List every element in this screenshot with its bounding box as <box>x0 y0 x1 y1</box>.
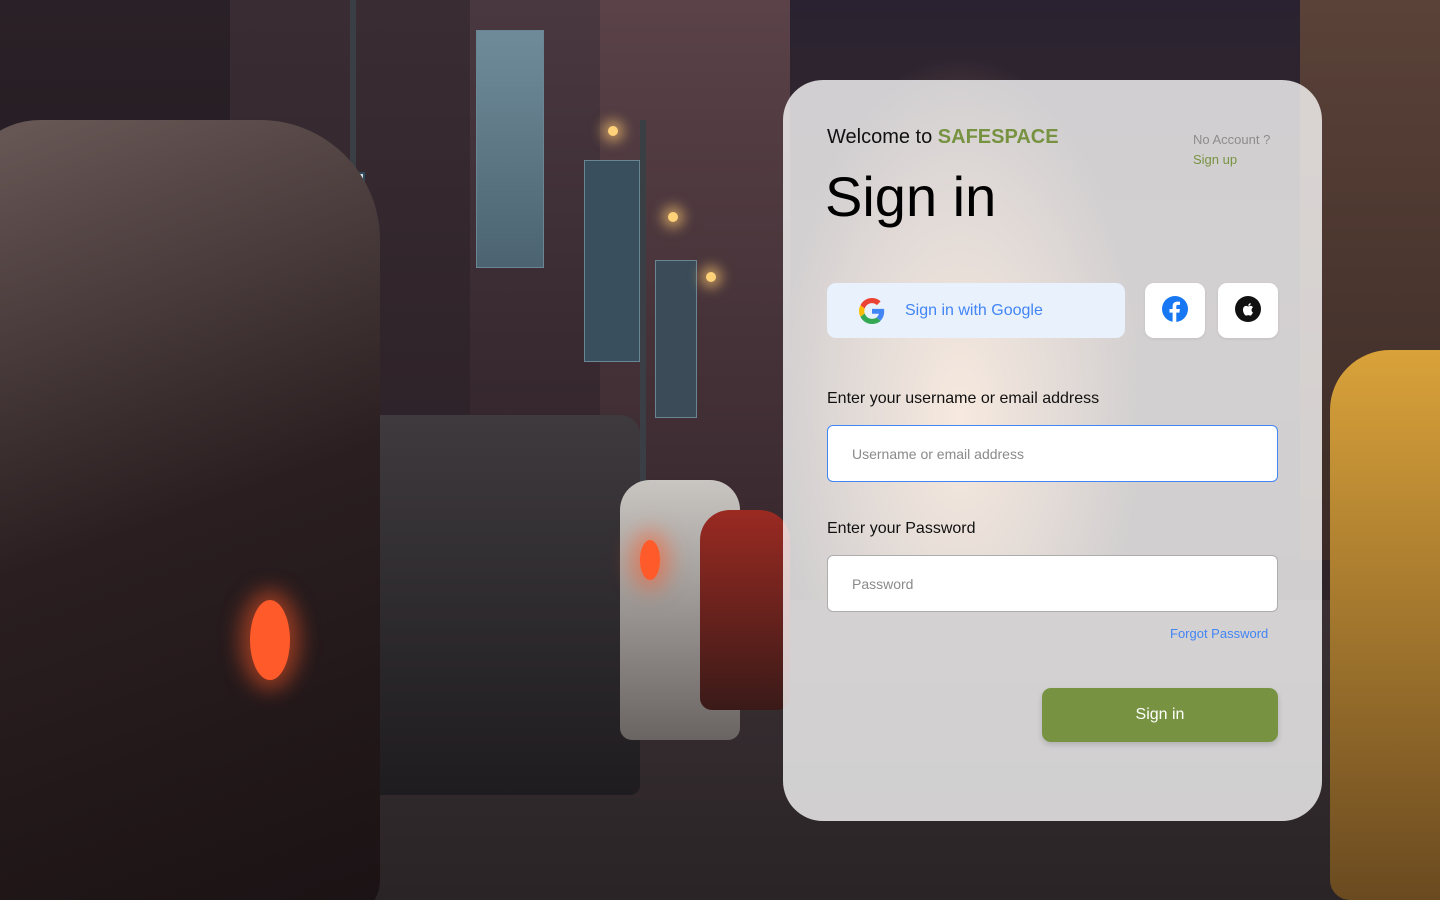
username-input[interactable] <box>827 425 1278 482</box>
password-label: Enter your Password <box>827 520 976 537</box>
welcome-heading: Welcome to SAFESPACE <box>827 126 1059 149</box>
apple-icon <box>1235 295 1261 326</box>
google-sign-in-button[interactable]: Sign in with Google <box>827 283 1125 338</box>
google-sign-in-label: Sign in with Google <box>905 301 1043 319</box>
page-title: Sign in <box>825 165 997 228</box>
apple-sign-in-button[interactable] <box>1218 283 1278 338</box>
forgot-password-link[interactable]: Forgot Password <box>1170 626 1268 641</box>
no-account-text: No Account ? <box>1193 132 1271 147</box>
sign-in-card: Welcome to SAFESPACE Sign in No Account … <box>783 80 1322 821</box>
username-label: Enter your username or email address <box>827 390 1100 407</box>
sign-in-page: Welcome to SAFESPACE Sign in No Account … <box>0 0 1440 900</box>
welcome-text: Welcome to <box>827 126 938 148</box>
google-icon <box>859 297 885 324</box>
sign-in-button[interactable]: Sign in <box>1042 688 1278 742</box>
facebook-icon <box>1162 295 1188 326</box>
brand-name: SAFESPACE <box>937 126 1059 148</box>
signup-link[interactable]: Sign up <box>1193 152 1237 167</box>
facebook-sign-in-button[interactable] <box>1145 283 1205 338</box>
password-input[interactable] <box>827 555 1278 612</box>
